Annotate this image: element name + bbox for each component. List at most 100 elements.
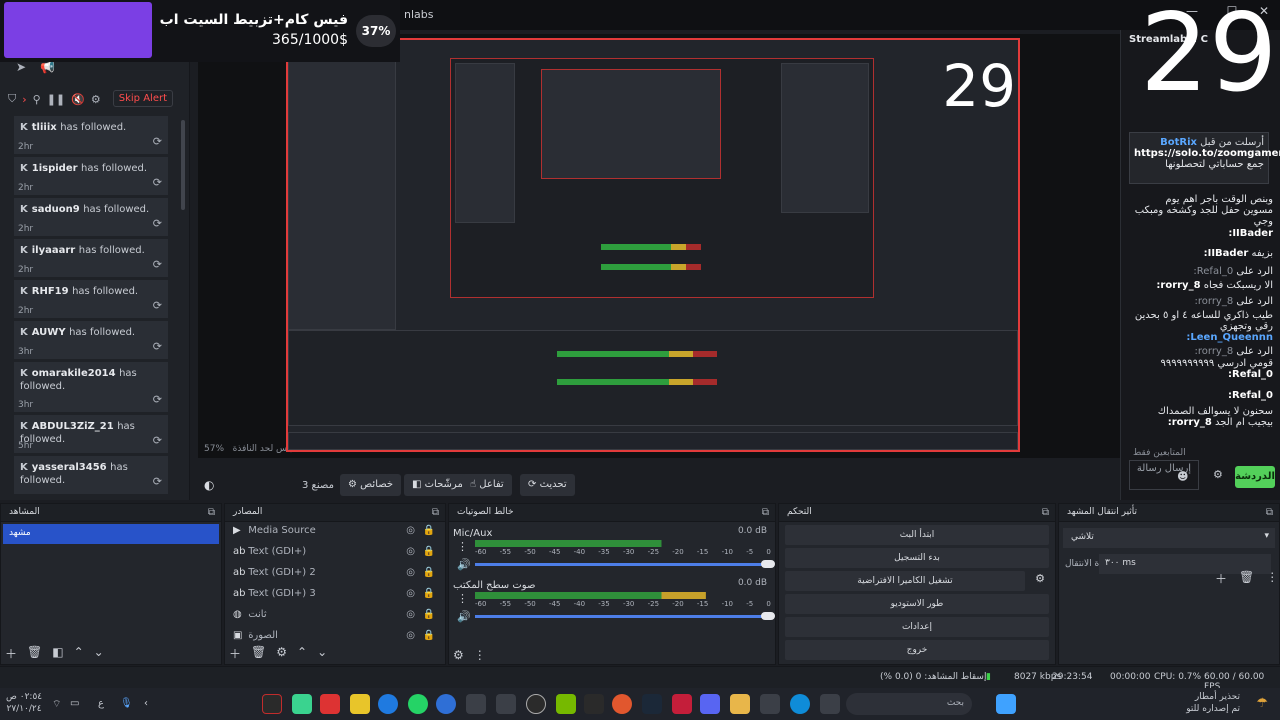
browser-icon[interactable]	[378, 694, 398, 714]
app-icon[interactable]	[820, 694, 840, 714]
chat-username[interactable]: rorry_8:	[1195, 346, 1234, 357]
chat-username[interactable]: rorry_8:	[1156, 280, 1200, 291]
filter-icon[interactable]: ⚲	[33, 93, 41, 106]
scene-item[interactable]: مشهد	[3, 524, 219, 544]
trash-icon[interactable]: 🗑	[1239, 570, 1254, 587]
undock-icon[interactable]: ⧉	[1266, 507, 1273, 518]
volume-knob[interactable]	[761, 560, 775, 568]
refresh-button[interactable]: ⟳ تحديث	[520, 474, 575, 496]
windows-start-icon[interactable]	[996, 694, 1016, 714]
replay-icon[interactable]: ⟳	[153, 434, 162, 447]
control-button[interactable]: إعدادات	[785, 617, 1049, 637]
add-icon[interactable]: ＋	[229, 645, 241, 662]
replay-icon[interactable]: ⟳	[153, 340, 162, 353]
pause-icon[interactable]: ❚❚	[47, 93, 65, 106]
visibility-icon[interactable]: ◎	[406, 609, 415, 620]
control-button[interactable]: تشغيل الكاميرا الافتراضية	[785, 571, 1025, 591]
pinned-link[interactable]: https://solo.to/zoomgamer1	[1134, 148, 1280, 159]
app-icon[interactable]	[496, 694, 516, 714]
chat-username[interactable]: Refal_0:	[1228, 390, 1273, 401]
replay-icon[interactable]: ⟳	[153, 176, 162, 189]
capcut-icon[interactable]	[466, 694, 486, 714]
more-icon[interactable]: ⋮	[474, 648, 486, 662]
lock-icon[interactable]: 🔒	[423, 609, 435, 620]
app-icon[interactable]	[760, 694, 780, 714]
visibility-icon[interactable]: ◎	[406, 630, 415, 641]
obs-icon[interactable]	[526, 694, 546, 714]
lock-icon[interactable]: 🔒	[423, 630, 435, 641]
weather-widget[interactable]: تحذير أمطار تم إصداره للتو	[1186, 691, 1240, 715]
battery-icon[interactable]: ▭	[70, 698, 79, 709]
volume-knob[interactable]	[761, 612, 775, 620]
chat-username[interactable]: rorry_8:	[1168, 417, 1212, 428]
file-explorer-icon[interactable]	[730, 694, 750, 714]
lock-icon[interactable]: 🔒	[423, 525, 435, 536]
speaker-icon[interactable]: 🔊	[457, 558, 471, 571]
chat-username[interactable]: Leen_Queennn:	[1186, 332, 1273, 343]
megaphone-icon[interactable]: 📢	[40, 60, 55, 74]
source-item[interactable]: ◍ ثانت ◎ 🔒	[225, 606, 445, 627]
emoji-icon[interactable]: ☻	[1177, 470, 1188, 483]
volume-slider[interactable]	[475, 560, 775, 568]
down-icon[interactable]: ⌄	[317, 645, 327, 662]
control-button[interactable]: ابتدأ البث	[785, 525, 1049, 545]
source-item[interactable]: ab Text (GDI+) 2 ◎ 🔒	[225, 564, 445, 585]
adobe-icon[interactable]	[672, 694, 692, 714]
undock-icon[interactable]: ⧉	[432, 507, 439, 518]
replay-icon[interactable]: ⟳	[153, 393, 162, 406]
up-icon[interactable]: ⌃	[297, 645, 307, 662]
control-button[interactable]: خروج	[785, 640, 1049, 660]
preview-canvas[interactable]: 29	[286, 38, 1020, 452]
discord-icon[interactable]	[700, 694, 720, 714]
chevron-left-icon[interactable]: ‹	[144, 698, 148, 709]
rockstar-icon[interactable]	[350, 694, 370, 714]
epic-games-icon[interactable]	[262, 694, 282, 714]
lock-icon[interactable]: 🔒	[423, 567, 435, 578]
replay-icon[interactable]: ⟳	[153, 258, 162, 271]
more-icon[interactable]: ⋮	[1266, 570, 1278, 587]
lock-icon[interactable]: 🔒	[423, 588, 435, 599]
control-button[interactable]: طور الاستوديو	[785, 594, 1049, 614]
visibility-icon[interactable]: ◎	[406, 567, 415, 578]
source-item[interactable]: ab Text (GDI+) ◎ 🔒	[225, 543, 445, 564]
chat-username[interactable]: Refal_0:	[1228, 369, 1273, 380]
mute-icon[interactable]: 🔇	[71, 93, 85, 106]
chrome-icon[interactable]	[612, 694, 632, 714]
replay-icon[interactable]: ⟳	[153, 135, 162, 148]
chevron-right-icon[interactable]: ›	[22, 93, 26, 106]
virtual-camera-settings-icon[interactable]: ⚙	[1035, 572, 1045, 585]
nvidia-icon[interactable]	[556, 694, 576, 714]
replay-icon[interactable]: ⟳	[153, 475, 162, 488]
taskbar-search[interactable]: بحث	[846, 693, 972, 715]
speaker-icon[interactable]: 🔊	[457, 610, 471, 623]
filter-icon[interactable]: ◧	[52, 645, 63, 662]
add-icon[interactable]: ＋	[1215, 570, 1227, 587]
mic-icon[interactable]: 🎙	[120, 698, 133, 709]
gear-icon[interactable]: ⚙	[453, 648, 464, 662]
chat-button[interactable]: الدردشة	[1235, 466, 1275, 488]
visibility-icon[interactable]: ◎	[406, 525, 415, 536]
more-icon[interactable]: ⋮	[457, 592, 468, 605]
trash-icon[interactable]: 🗑	[251, 645, 266, 662]
replay-icon[interactable]: ⟳	[153, 217, 162, 230]
chat-username[interactable]: IIBader:	[1228, 228, 1273, 239]
language-indicator[interactable]: ع	[98, 698, 104, 709]
app-icon[interactable]	[436, 694, 456, 714]
add-icon[interactable]: ＋	[5, 645, 17, 662]
down-icon[interactable]: ⌄	[94, 645, 104, 662]
chat-input[interactable]: إرسال رسالة	[1129, 460, 1199, 490]
send-icon[interactable]: ➤	[16, 60, 26, 74]
skip-alert-button[interactable]: Skip Alert	[112, 90, 173, 107]
undock-icon[interactable]: ⧉	[1042, 507, 1049, 518]
trash-icon[interactable]: 🗑	[27, 645, 42, 662]
clock[interactable]: ٠٢:٥٤ ص ٢٧/١٠/٢٤	[6, 691, 42, 715]
lock-icon[interactable]: 🔒	[423, 546, 435, 557]
app-icon[interactable]	[292, 694, 312, 714]
chat-settings-icon[interactable]: ⚙	[1213, 468, 1223, 481]
shield-icon[interactable]: ⛉	[8, 92, 16, 106]
control-button[interactable]: بدء التسجيل	[785, 548, 1049, 568]
chat-username[interactable]: IIBader:	[1204, 248, 1249, 259]
transition-select[interactable]: تلاشي ▾	[1063, 528, 1275, 548]
source-item[interactable]: ▶ Media Source ◎ 🔒	[225, 522, 445, 543]
visibility-icon[interactable]: ◎	[406, 546, 415, 557]
